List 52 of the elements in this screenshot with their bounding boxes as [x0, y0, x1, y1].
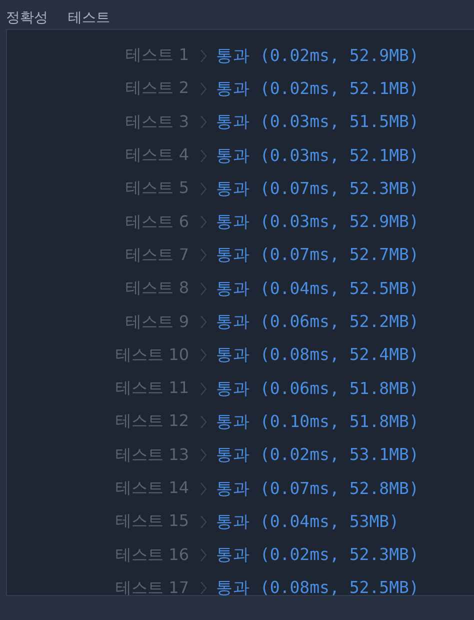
test-result: 통과 (0.07ms, 52.8MB): [216, 478, 419, 500]
test-label: 테스트 3: [124, 112, 189, 133]
test-label: 테스트 12: [114, 411, 189, 432]
chevron-icon: [200, 182, 207, 196]
test-label: 테스트 5: [124, 178, 189, 200]
chevron-icon: [200, 82, 207, 96]
chevron-icon: [200, 482, 207, 496]
test-result: 통과 (0.04ms, 53MB): [216, 510, 400, 533]
chevron-icon: [200, 115, 207, 130]
test-label: 테스트 16: [114, 544, 189, 566]
chevron-icon: [200, 315, 207, 330]
test-result: 통과 (0.03ms, 52.1MB): [216, 144, 419, 167]
test-label: 테스트 6: [124, 212, 189, 233]
chevron-icon: [200, 282, 207, 296]
section-title: 정확성: [6, 9, 48, 28]
test-label: 테스트 17: [114, 578, 189, 599]
test-result: 통과 (0.07ms, 52.3MB): [216, 178, 419, 200]
chevron-icon: [200, 248, 207, 262]
test-result: 통과 (0.08ms, 52.4MB): [216, 344, 419, 366]
test-result: 통과 (0.10ms, 51.8MB): [216, 410, 419, 433]
test-label: 테스트 10: [114, 344, 189, 366]
test-result: 통과 (0.02ms, 53.1MB): [216, 444, 419, 466]
test-label: 테스트 7: [124, 244, 189, 266]
test-result: 통과 (0.02ms, 52.3MB): [216, 544, 419, 566]
chevron-icon: [200, 448, 207, 462]
section-label: 테스트: [68, 9, 110, 28]
test-result: 통과 (0.02ms, 52.9MB): [216, 44, 419, 67]
test-result: 통과 (0.02ms, 52.1MB): [216, 78, 419, 100]
test-result: 통과 (0.08ms, 52.5MB): [216, 577, 419, 600]
test-result: 통과 (0.07ms, 52.7MB): [216, 244, 419, 266]
test-result: 통과 (0.03ms, 51.5MB): [216, 111, 419, 134]
chevron-icon: [200, 48, 207, 63]
chevron-icon: [200, 348, 207, 362]
chevron-icon: [200, 514, 207, 529]
test-label: 테스트 11: [114, 378, 189, 400]
chevron-icon: [200, 414, 207, 429]
test-result: 통과 (0.06ms, 51.8MB): [216, 378, 419, 400]
test-result: 통과 (0.04ms, 52.5MB): [216, 278, 419, 300]
chevron-icon: [200, 215, 207, 230]
test-label: 테스트 2: [124, 78, 189, 100]
chevron-icon: [200, 548, 207, 562]
test-result: 통과 (0.06ms, 52.2MB): [216, 311, 419, 334]
test-label: 테스트 9: [124, 312, 189, 333]
test-label: 테스트 14: [114, 478, 189, 499]
chevron-icon: [200, 382, 207, 396]
test-label: 테스트 1: [124, 45, 189, 66]
test-label: 테스트 15: [114, 511, 189, 532]
test-label: 테스트 8: [124, 278, 189, 300]
test-result: 통과 (0.03ms, 52.9MB): [216, 211, 419, 234]
test-label: 테스트 13: [114, 444, 189, 466]
test-label: 테스트 4: [124, 145, 189, 166]
chevron-icon: [200, 148, 207, 163]
